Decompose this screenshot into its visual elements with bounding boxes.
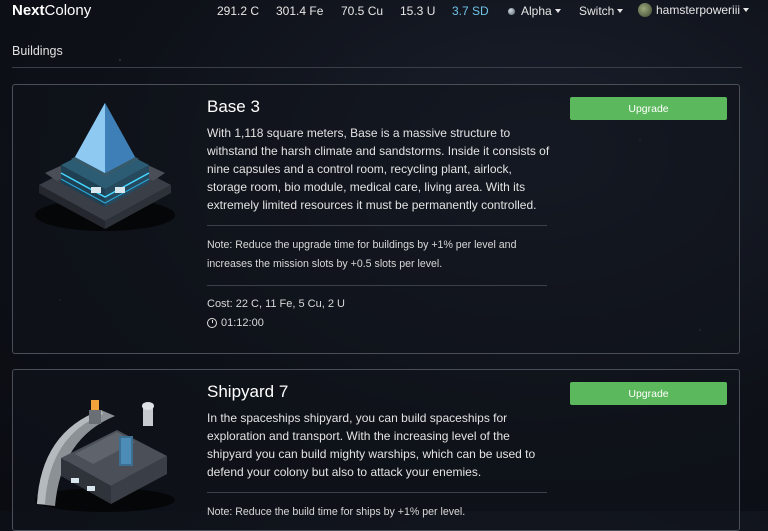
building-description: In the spaceships shipyard, you can buil… [207, 411, 536, 479]
resource-iron: 301.4 Fe [276, 4, 324, 18]
building-description: With 1,118 square meters, Base is a mass… [207, 126, 550, 212]
resource-sd: 3.7 SD [452, 4, 489, 18]
resource-carbon: 291.2 C [217, 4, 260, 18]
building-card-shipyard: Shipyard 7 In the spaceships shipyard, y… [12, 369, 740, 531]
building-note: Note: Reduce the build time for ships by… [207, 506, 466, 518]
upgrade-button[interactable]: Upgrade [570, 97, 727, 120]
section-divider [12, 67, 742, 68]
building-time: 01:12:00 [207, 317, 264, 329]
base-building-icon [35, 103, 175, 231]
switch-dropdown-label: Switch [579, 4, 615, 18]
card-divider [207, 285, 547, 286]
clock-icon [207, 318, 217, 328]
building-card-base: Base 3 With 1,118 square meters, Base is… [12, 84, 740, 354]
building-title: Shipyard 7 [207, 382, 289, 401]
building-time-value: 01:12:00 [221, 317, 264, 329]
top-navbar: NextColony 291.2 C 301.4 Fe 70.5 Cu 15.3… [0, 0, 768, 22]
resource-copper: 70.5 Cu [341, 4, 384, 18]
caret-down-icon [743, 8, 750, 12]
user-dropdown-label: hamsterpoweriii [656, 3, 741, 17]
user-dropdown[interactable]: hamsterpoweriii [638, 3, 750, 17]
caret-down-icon [554, 9, 561, 13]
building-title: Base 3 [207, 97, 260, 116]
building-cost: Cost: 22 C, 11 Fe, 5 Cu, 2 U [207, 298, 345, 310]
planet-dropdown-label: Alpha [521, 4, 552, 18]
planet-dropdown[interactable]: Alpha [508, 4, 561, 18]
card-divider [207, 492, 547, 493]
planet-icon [508, 8, 515, 15]
resource-uranium: 15.3 U [400, 4, 436, 18]
avatar [638, 3, 652, 17]
switch-dropdown[interactable]: Switch [579, 4, 624, 18]
shipyard-building-icon [35, 400, 175, 512]
building-note: Note: Reduce the upgrade time for buildi… [207, 239, 517, 270]
upgrade-button[interactable]: Upgrade [570, 382, 727, 405]
brand-logo[interactable]: NextColony [12, 2, 91, 19]
brand-rest-text: Colony [44, 2, 92, 19]
brand-bold-text: Next [12, 2, 45, 19]
section-title: Buildings [12, 44, 63, 58]
caret-down-icon [617, 9, 624, 13]
card-divider [207, 225, 547, 226]
